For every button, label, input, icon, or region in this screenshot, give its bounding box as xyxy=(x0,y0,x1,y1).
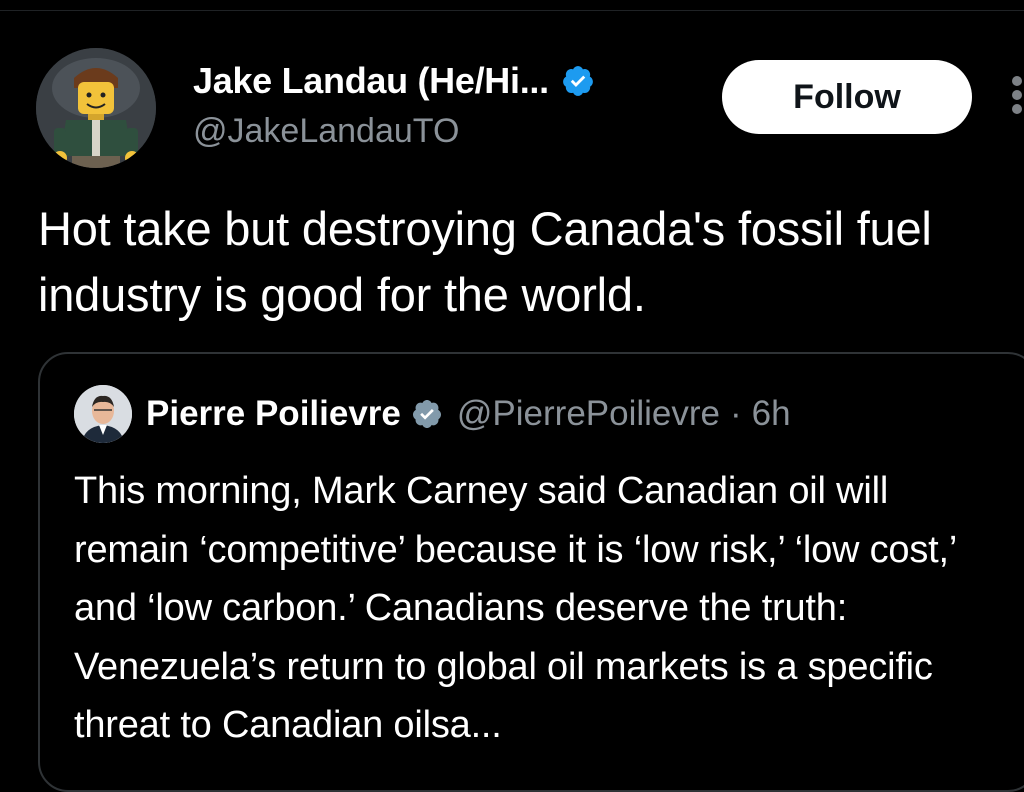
lego-minifigure-avatar-icon xyxy=(36,48,156,168)
top-divider xyxy=(0,10,1024,11)
portrait-avatar-icon xyxy=(74,385,132,443)
quoted-tweet-text: This morning, Mark Carney said Canadian … xyxy=(74,470,956,746)
header-separator: · xyxy=(730,394,742,433)
quoted-tweet-header: Pierre Poilievre @PierrePoilievre · 6h xyxy=(146,390,791,438)
more-options-icon[interactable] xyxy=(1004,72,1024,122)
author-display-name[interactable]: Jake Landau (He/Hi... xyxy=(193,60,549,102)
follow-button[interactable]: Follow xyxy=(722,60,972,134)
author-handle[interactable]: @JakeLandauTO xyxy=(193,112,459,151)
verified-badge-icon xyxy=(562,66,593,96)
quoted-author-avatar[interactable] xyxy=(74,385,132,443)
verified-badge-gray-icon xyxy=(412,400,441,428)
tweet-text: Hot take but destroying Canada's fossil … xyxy=(38,202,932,321)
quoted-tweet-timestamp[interactable]: 6h xyxy=(752,394,791,434)
quoted-author-handle[interactable]: @PierrePoilievre xyxy=(457,394,720,434)
quoted-author-name[interactable]: Pierre Poilievre xyxy=(146,394,401,434)
author-avatar[interactable] xyxy=(36,48,156,168)
author-name-row: Jake Landau (He/Hi... xyxy=(193,58,595,104)
